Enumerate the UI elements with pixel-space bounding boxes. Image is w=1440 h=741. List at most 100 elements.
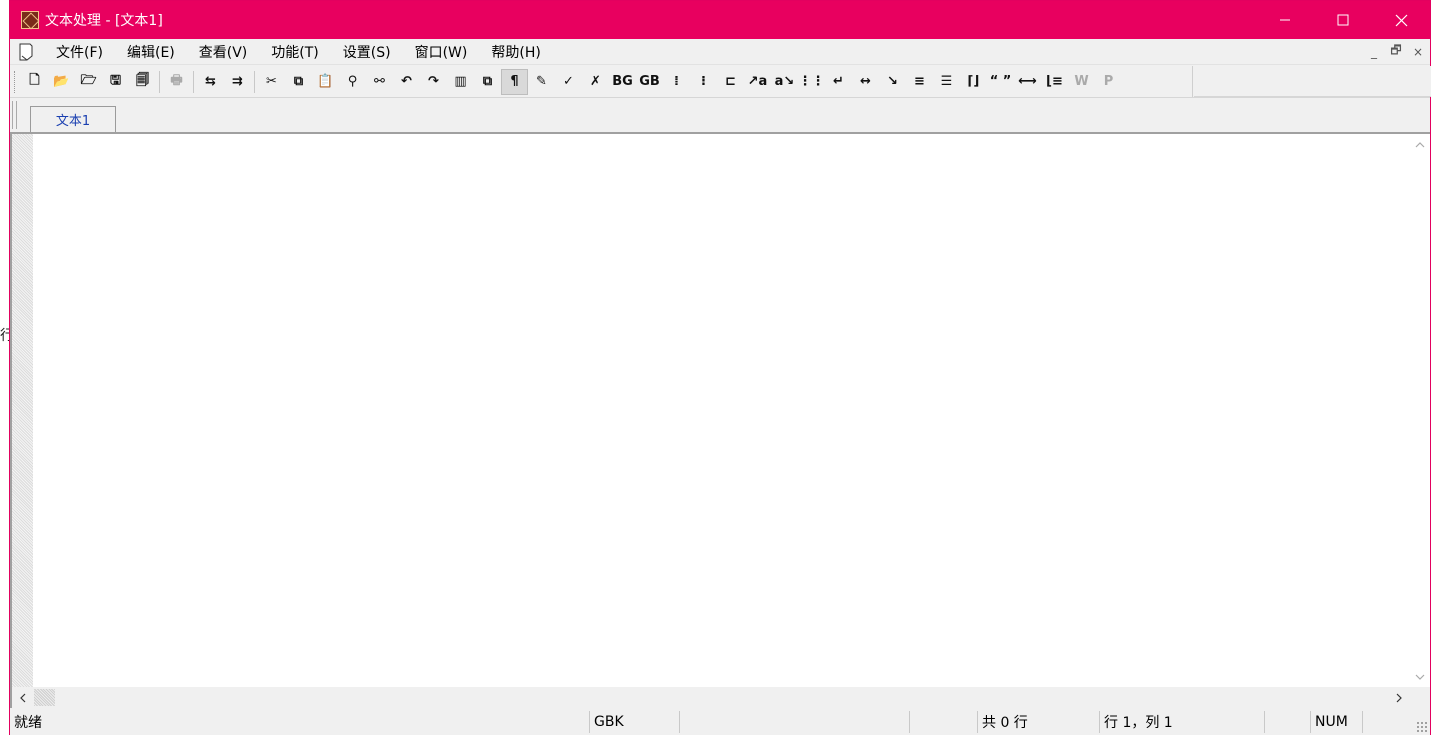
menu-file[interactable]: 文件(F) — [56, 42, 103, 62]
align-button[interactable]: ≡ — [906, 69, 933, 95]
paste-button[interactable]: 📋 — [312, 69, 339, 95]
maximize-button[interactable] — [1314, 1, 1372, 39]
title-bar[interactable]: 文本处理 - [文本1] — [10, 1, 1430, 39]
undo-icon: ↶ — [401, 74, 412, 89]
mdi-controls: _ 🗗 × — [1364, 42, 1428, 61]
tool-1-button[interactable]: ✎ — [528, 69, 555, 95]
vertical-scrollbar[interactable] — [1409, 134, 1430, 687]
menu-bar: 文件(F) 编辑(E) 查看(V) 功能(T) 设置(S) 窗口(W) 帮助(H… — [10, 39, 1430, 65]
tool-2-button[interactable]: ✓ — [555, 69, 582, 95]
bracket-button[interactable]: ⌈⌋ — [960, 69, 987, 95]
big5-to-gb-button[interactable]: BG — [609, 69, 636, 95]
scroll-right-button[interactable] — [1388, 687, 1409, 708]
scroll-left-button[interactable] — [12, 687, 33, 708]
open-folder-button[interactable]: 📂 — [48, 69, 75, 95]
find-replace-icon: ⚯ — [374, 74, 385, 89]
batch-convert-button[interactable]: ⇉ — [224, 69, 251, 95]
print-button[interactable]: 🖶 — [163, 69, 190, 95]
paragraph-mark-button[interactable]: ¶ — [501, 68, 528, 95]
status-empty-1 — [680, 711, 910, 733]
chevron-right-icon — [1396, 693, 1402, 702]
status-empty-2 — [910, 711, 978, 733]
menu-view[interactable]: 查看(V) — [199, 42, 248, 62]
minimize-button[interactable] — [1256, 1, 1314, 39]
save-all-icon: 🗐 — [136, 72, 149, 88]
tool-1-icon: ✎ — [536, 74, 547, 89]
mdi-close-button[interactable]: × — [1408, 42, 1428, 61]
batch-convert-icon: ⇉ — [232, 74, 243, 89]
width-icon: ⟷ — [1018, 74, 1037, 89]
tool-4-button[interactable]: ⁞ — [663, 69, 690, 95]
redo-icon: ↷ — [428, 74, 439, 89]
gb-to-big5-icon: GB — [639, 74, 660, 89]
tool-11-icon: ↔ — [860, 74, 871, 89]
tab-bar-grip[interactable] — [12, 101, 17, 129]
tool-3-button[interactable]: ✗ — [582, 69, 609, 95]
tool-13-button[interactable]: ☰ — [933, 69, 960, 95]
tool-12-icon: ↘ — [887, 74, 898, 89]
print-icon: 🖶 — [170, 72, 183, 88]
scroll-down-button[interactable] — [1409, 666, 1430, 687]
document-tab-bar: 文本1 — [10, 97, 1430, 133]
gb-to-big5-button[interactable]: GB — [636, 69, 663, 95]
offscreen-text: 行 — [0, 328, 9, 344]
p-button[interactable]: P — [1095, 69, 1122, 95]
menu-edit[interactable]: 编辑(E) — [127, 42, 175, 62]
menu-settings[interactable]: 设置(S) — [343, 42, 391, 62]
tool-12-button[interactable]: ↘ — [879, 69, 906, 95]
open-folder-icon: 📂 — [53, 74, 70, 89]
status-encoding: GBK — [590, 711, 680, 733]
paragraph-mark-icon: ¶ — [510, 74, 519, 89]
find-replace-button[interactable]: ⚯ — [366, 69, 393, 95]
toolbar-grip[interactable] — [14, 70, 17, 93]
tool-9-icon: ⋮⋮ — [798, 74, 825, 89]
clone-icon: ⧉ — [482, 74, 493, 89]
tool-9-button[interactable]: ⋮⋮ — [798, 69, 825, 95]
new-file-button[interactable]: 🗋 — [21, 69, 48, 95]
convert-button[interactable]: ⇆ — [197, 69, 224, 95]
close-icon — [1395, 14, 1407, 26]
columns-icon: ▥ — [454, 74, 467, 89]
menu-help[interactable]: 帮助(H) — [491, 42, 540, 62]
tool-10-button[interactable]: ↵ — [825, 69, 852, 95]
new-file-icon: 🗋 — [29, 72, 40, 88]
scroll-up-button[interactable] — [1409, 134, 1430, 155]
open-recent-button[interactable]: 🗁 — [75, 69, 102, 95]
w-button[interactable]: W — [1068, 69, 1095, 95]
mdi-restore-button[interactable]: 🗗 — [1386, 42, 1406, 61]
mdi-minimize-button[interactable]: _ — [1364, 42, 1384, 61]
menu-tools[interactable]: 功能(T) — [271, 42, 318, 62]
status-num-lock: NUM — [1311, 711, 1363, 733]
save-all-button[interactable]: 🗐 — [129, 69, 156, 95]
tool-8-icon: a↘ — [774, 74, 795, 89]
close-button[interactable] — [1372, 1, 1430, 39]
horizontal-scroll-thumb[interactable] — [34, 689, 55, 706]
tool-14-button[interactable]: ⌊≡ — [1041, 69, 1068, 95]
tool-11-button[interactable]: ↔ — [852, 69, 879, 95]
tool-8-button[interactable]: a↘ — [771, 69, 798, 95]
text-editor[interactable] — [33, 134, 1409, 687]
columns-button[interactable]: ▥ — [447, 69, 474, 95]
tool-13-icon: ☰ — [940, 74, 953, 89]
width-button[interactable]: ⟷ — [1014, 69, 1041, 95]
menu-window[interactable]: 窗口(W) — [415, 42, 468, 62]
quotes-button[interactable]: “ ” — [987, 69, 1014, 95]
maximize-icon — [1337, 14, 1349, 26]
document-icon[interactable] — [16, 42, 36, 62]
app-window: 文本处理 - [文本1] 文件(F) 编辑(E) 查看(V) 功能(T) 设置(… — [9, 0, 1431, 735]
tool-6-button[interactable]: ⊏ — [717, 69, 744, 95]
app-logo-icon[interactable] — [21, 11, 39, 29]
save-button[interactable]: 🖫 — [102, 69, 129, 95]
tab-document-1[interactable]: 文本1 — [30, 106, 116, 132]
resize-grip-icon[interactable] — [1416, 721, 1428, 733]
horizontal-scrollbar[interactable] — [12, 687, 1409, 708]
tool-7-button[interactable]: ↗a — [744, 69, 771, 95]
status-cursor-position: 行 1，列 1 — [1100, 711, 1265, 733]
clone-button[interactable]: ⧉ — [474, 69, 501, 95]
redo-button[interactable]: ↷ — [420, 69, 447, 95]
tool-5-button[interactable]: ⁝ — [690, 69, 717, 95]
find-button[interactable]: ⚲ — [339, 69, 366, 95]
copy-button[interactable]: ⧉ — [285, 69, 312, 95]
cut-button[interactable]: ✂ — [258, 69, 285, 95]
undo-button[interactable]: ↶ — [393, 69, 420, 95]
